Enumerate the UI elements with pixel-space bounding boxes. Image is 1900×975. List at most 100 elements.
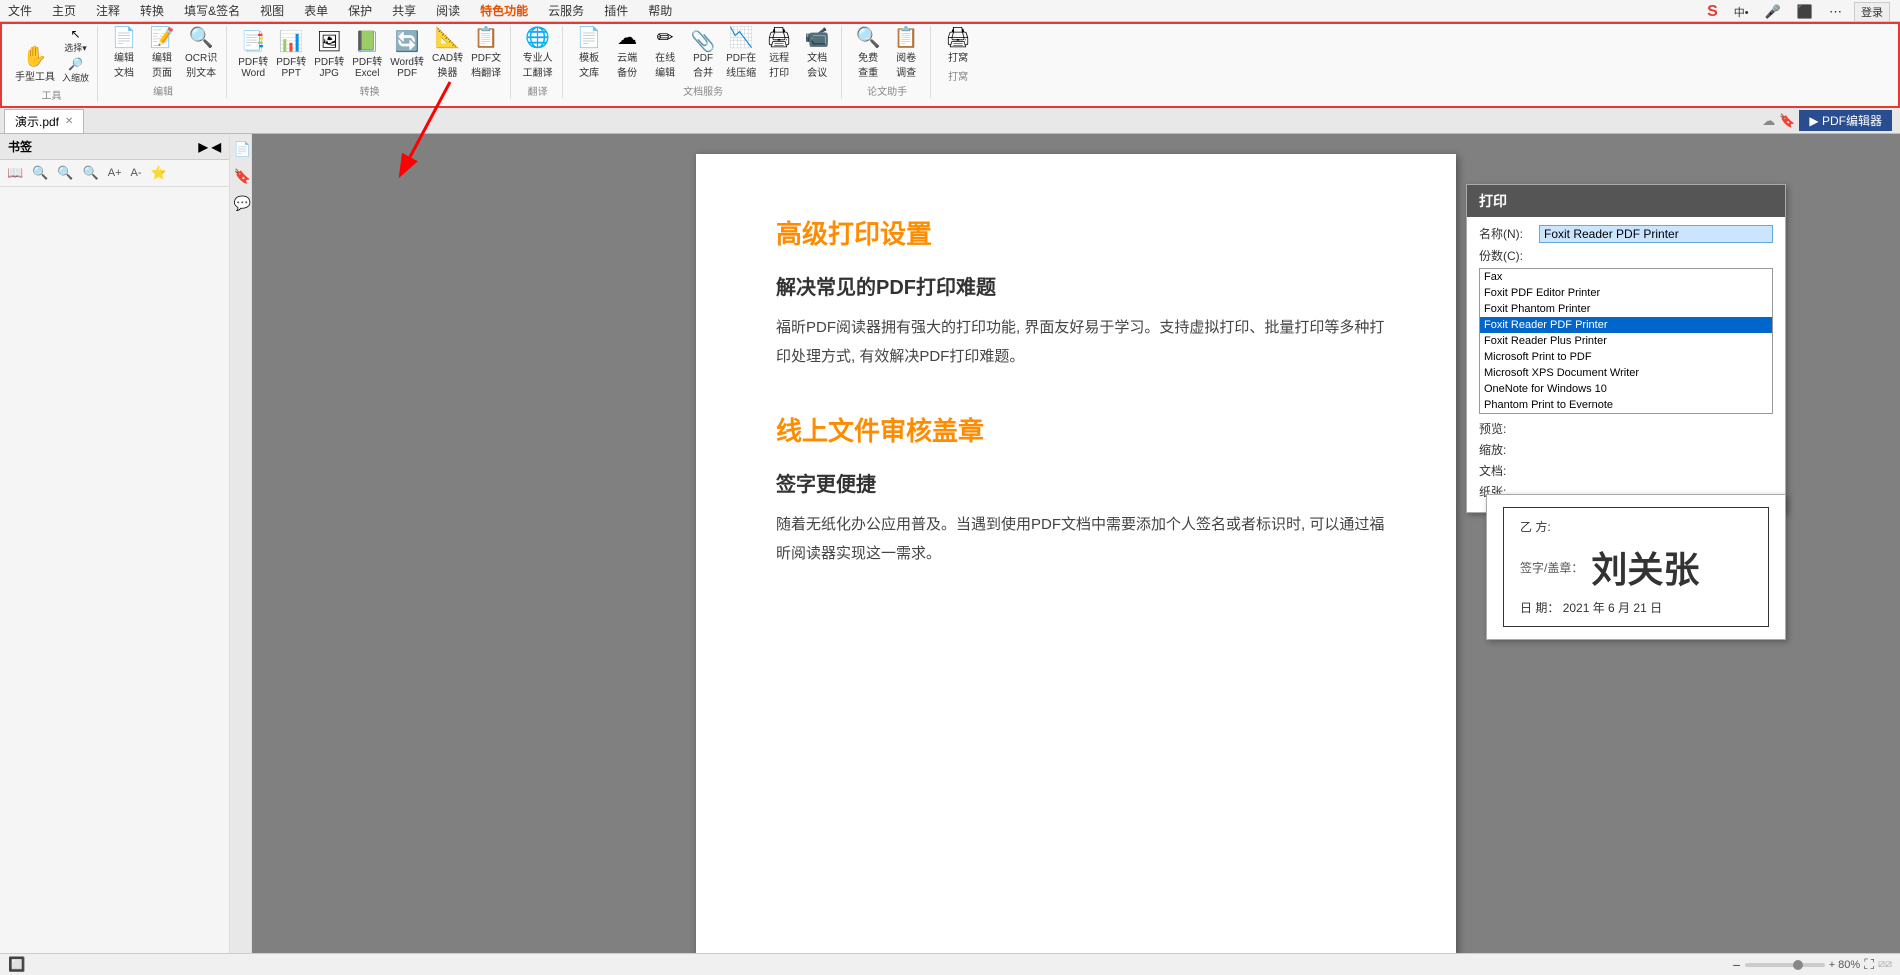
section1-subtitle: 解决常见的PDF打印难题: [776, 271, 1396, 300]
zoom-minus[interactable]: −: [1733, 957, 1741, 973]
printer-ms-xps[interactable]: Microsoft XPS Document Writer: [1480, 365, 1772, 381]
zoom-controls: − + 80% ⛶ ⧄⧄: [1733, 956, 1893, 973]
cloud-backup-button[interactable]: ☁ 云端备份: [609, 26, 645, 81]
cad-icon: 📐: [435, 28, 460, 48]
menu-item-annotation[interactable]: 注释: [92, 0, 124, 21]
print-panel-header: 打印: [1467, 185, 1785, 217]
sidebar-collapse-icon[interactable]: ◀: [212, 140, 221, 154]
menu-item-sign[interactable]: 填写&签名: [180, 0, 244, 21]
ribbon-content: ✋ 手型工具 ↖ 选择▾ 🔎 入缩放 工具: [6, 26, 1894, 102]
printer-ms-pdf[interactable]: Microsoft Print to PDF: [1480, 349, 1772, 365]
sidebar-btn-search2[interactable]: 🔍: [54, 163, 76, 183]
menu-item-protect[interactable]: 保护: [344, 0, 376, 21]
mic-icon[interactable]: 🎤: [1761, 2, 1785, 22]
pdf-compress-button[interactable]: 📉 PDF在线压缩: [723, 26, 759, 81]
pdf-to-word-button[interactable]: 📑 PDF转Word: [235, 30, 271, 81]
lang-icon[interactable]: 中•: [1730, 2, 1753, 22]
printer-onenote[interactable]: OneNote for Windows 10: [1480, 381, 1772, 397]
login-button[interactable]: 登录: [1854, 2, 1890, 22]
select-button[interactable]: ↖ 选择▾: [60, 26, 91, 55]
print-row-scale: 缩放:: [1479, 441, 1773, 458]
menu-item-read[interactable]: 阅读: [432, 0, 464, 21]
online-edit-icon: ✏: [657, 28, 674, 48]
screen-icon[interactable]: ⬛: [1793, 2, 1817, 22]
online-edit-button[interactable]: ✏ 在线编辑: [647, 26, 683, 81]
sidebar-btn-font-up[interactable]: A+: [105, 165, 125, 181]
sidebar-btn-page[interactable]: 📖: [4, 163, 26, 183]
print-row-preview: 预览:: [1479, 420, 1773, 437]
ribbon-group-edit: 📄 编辑文档 📝 编辑页面 🔍 OCR识别文本 编辑: [100, 26, 227, 98]
pdf-to-ppt-button[interactable]: 📊 PDF转PPT: [273, 30, 309, 81]
ribbon-print-items: 🖨 打窝: [940, 26, 976, 66]
zoom-button[interactable]: 🔎 入缩放: [60, 56, 91, 85]
ribbon-convert-items: 📑 PDF转Word 📊 PDF转PPT 🖼 PDF转JPG 📗 PDF转Exc…: [235, 26, 504, 81]
pdf-translate-button[interactable]: 📋 PDF文档翻译: [468, 26, 504, 81]
section2-subtitle: 签字更便捷: [776, 468, 1396, 497]
pdf-merge-button[interactable]: 📎 PDF合并: [685, 30, 721, 81]
ribbon-docservices-items: 📄 模板文库 ☁ 云端备份 ✏ 在线编辑 📎 PDF合并: [571, 26, 835, 81]
menu-item-help[interactable]: 帮助: [644, 0, 676, 21]
pdf-merge-label: PDF合并: [693, 53, 713, 79]
printer-foxit-reader[interactable]: Foxit Reader PDF Printer: [1480, 317, 1772, 333]
word-to-pdf-button[interactable]: 🔄 Word转PDF: [387, 30, 427, 81]
edit-doc-button[interactable]: 📄 编辑文档: [106, 26, 142, 81]
remote-print-button[interactable]: 🖨 远程打印: [761, 26, 797, 81]
menu-item-view[interactable]: 视图: [256, 0, 288, 21]
signature-date: 日 期： 2021 年 6 月 21 日: [1520, 599, 1752, 616]
hand-tool-button[interactable]: ✋ 手型工具: [12, 45, 58, 85]
printer-phantom-evernote[interactable]: Phantom Print to Evernote: [1480, 397, 1772, 413]
menu-item-cloud[interactable]: 云服务: [544, 0, 588, 21]
print-row-name: 名称(N):: [1479, 225, 1773, 243]
pdf-to-jpg-button[interactable]: 🖼 PDF转JPG: [311, 30, 347, 81]
menu-item-form[interactable]: 表单: [300, 0, 332, 21]
ribbon-group-tools: ✋ 手型工具 ↖ 选择▾ 🔎 入缩放 工具: [6, 26, 98, 102]
menu-item-share[interactable]: 共享: [388, 0, 420, 21]
cloud-backup-icon: ☁: [617, 28, 637, 48]
cad-button[interactable]: 📐 CAD转换器: [429, 26, 466, 81]
menu-item-special[interactable]: 特色功能: [476, 0, 532, 21]
app: 文件 主页 注释 转换 填写&签名 视图 表单 保护 共享 阅读 特色功能 云服…: [0, 0, 1900, 975]
menu-item-home[interactable]: 主页: [48, 0, 80, 21]
ribbon-group-paper: 🔍 免费查重 📋 阅卷调查 论文助手: [844, 26, 931, 98]
more-icon[interactable]: ⋯: [1825, 2, 1846, 22]
printer-foxit-editor[interactable]: Foxit PDF Editor Printer: [1480, 285, 1772, 301]
sidebar-btn-search1[interactable]: 🔍: [29, 163, 51, 183]
pro-translate-button[interactable]: 🌐 专业人工翻译: [520, 26, 556, 81]
doc-tab-close[interactable]: ✕: [65, 116, 73, 127]
left-icon-strip: 📄 🔖 💬: [230, 134, 252, 953]
print-name-input[interactable]: [1539, 225, 1773, 243]
pdf-area: 高级打印设置 解决常见的PDF打印难题 福昕PDF阅读器拥有强大的打印功能, 界…: [252, 134, 1900, 953]
section1-title: 高级打印设置: [776, 214, 1396, 251]
ribbon-group-docservices: 📄 模板文库 ☁ 云端备份 ✏ 在线编辑 📎 PDF合并: [565, 26, 842, 98]
survey-button[interactable]: 📋 阅卷调查: [888, 26, 924, 81]
sidebar-expand-icon[interactable]: ▶: [199, 140, 208, 154]
sidebar-btn-zoom1[interactable]: 🔍: [80, 163, 102, 183]
menu-item-convert[interactable]: 转换: [136, 0, 168, 21]
signature-box: 乙 方: 签字/盖章： 刘关张 日 期： 2021 年 6 月 21 日: [1503, 507, 1769, 627]
ocr-button[interactable]: 🔍 OCR识别文本: [182, 26, 220, 81]
left-icon-comment[interactable]: 💬: [231, 192, 251, 215]
pdf-to-excel-button[interactable]: 📗 PDF转Excel: [349, 30, 385, 81]
ocr-icon: 🔍: [189, 28, 214, 48]
left-icon-bookmark[interactable]: 🔖: [231, 165, 251, 188]
edit-page-button[interactable]: 📝 编辑页面: [144, 26, 180, 81]
print-button[interactable]: 🖨 打窝: [940, 26, 976, 66]
doc-meeting-button[interactable]: 📹 文档会议: [799, 26, 835, 81]
fullscreen-icon[interactable]: ⛶: [1864, 956, 1874, 973]
left-icon-page[interactable]: 📄: [231, 138, 251, 161]
menu-item-plugin[interactable]: 插件: [600, 0, 632, 21]
menu-item-file[interactable]: 文件: [4, 0, 36, 21]
sidebar-btn-font-down[interactable]: A-: [128, 165, 145, 181]
pdf-editor-button[interactable]: ▶ PDF编辑器: [1799, 110, 1892, 131]
check-dup-icon: 🔍: [856, 28, 881, 48]
check-duplicate-button[interactable]: 🔍 免费查重: [850, 26, 886, 81]
printer-fax[interactable]: Fax: [1480, 269, 1772, 285]
printer-foxit-plus[interactable]: Foxit Reader Plus Printer: [1480, 333, 1772, 349]
zoom-track[interactable]: [1745, 963, 1825, 967]
convert-group-label: 转换: [360, 83, 380, 98]
template-library-button[interactable]: 📄 模板文库: [571, 26, 607, 81]
sidebar-btn-star[interactable]: ⭐: [148, 163, 170, 183]
section2-body: 随着无纸化办公应用普及。当遇到使用PDF文档中需要添加个人签名或者标识时, 可以…: [776, 511, 1396, 568]
doc-tab-demo[interactable]: 演示.pdf ✕: [4, 109, 84, 133]
printer-foxit-phantom[interactable]: Foxit Phantom Printer: [1480, 301, 1772, 317]
